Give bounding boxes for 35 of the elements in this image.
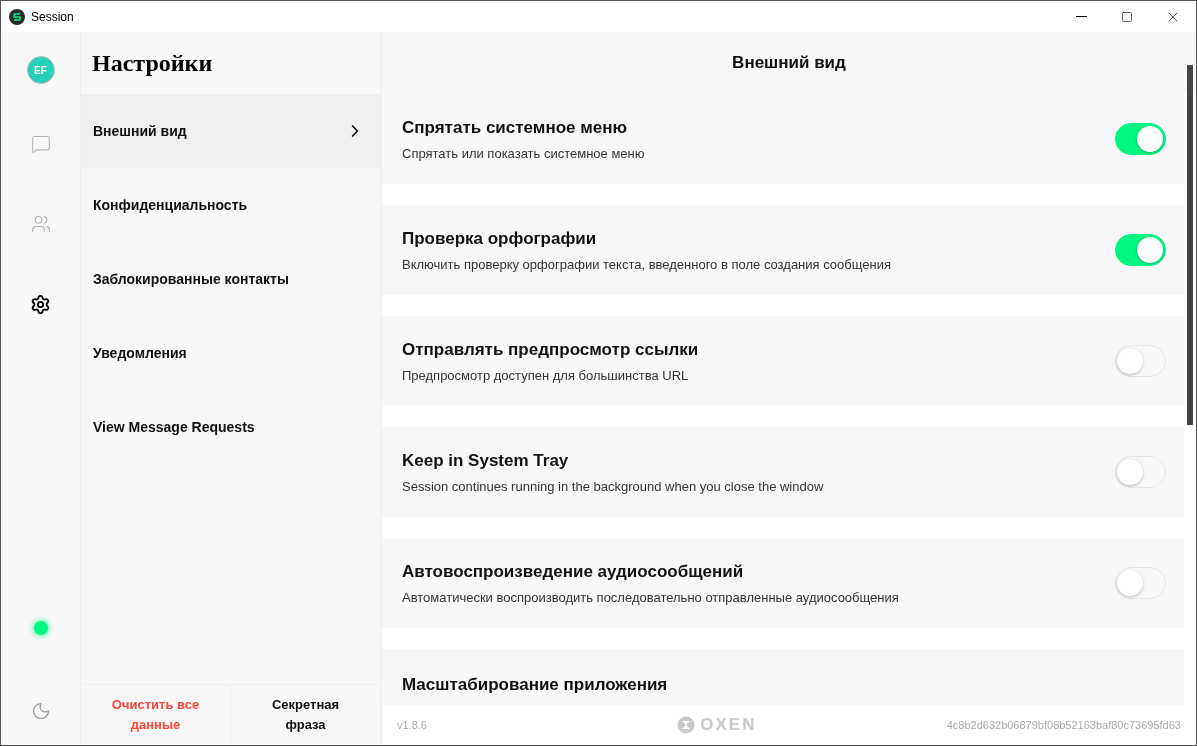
scrollbar[interactable]	[1187, 65, 1193, 425]
toggle-switch[interactable]	[1115, 345, 1166, 377]
setting-title: Масштабирование приложения	[402, 675, 668, 695]
setting-title: Keep in System Tray	[402, 450, 570, 471]
setting-title: Спрятать системное меню	[402, 117, 629, 138]
commit-hash: 4c8b2d632b06879bf08b52163baf80c73695fd63	[946, 719, 1181, 731]
setting-title: Автовоспроизведение аудиосообщений	[402, 561, 745, 582]
setting-title: Отправлять предпросмотр ссылки	[402, 339, 699, 360]
logo-icon	[677, 716, 696, 734]
settings-heading: Настройки	[91, 49, 214, 78]
maximize-icon	[1121, 10, 1133, 23]
settings-category[interactable]: Уведомления	[81, 316, 381, 390]
setting-description: Включить проверку орфографии текста, введенного в поле создания сообщения	[402, 256, 891, 272]
settings-category[interactable]: Внешний вид	[81, 94, 381, 168]
settings-category[interactable]: Заблокированные контакты	[81, 242, 381, 316]
setting-description: Предпросмотр доступен для большинства URL	[402, 367, 690, 383]
settings-category[interactable]: View Message Requests	[81, 390, 381, 464]
window-title: Session	[31, 9, 74, 24]
setting-description: Автоматически воспроизводить последовательно отправленные аудиосообщения	[402, 589, 899, 605]
moon-icon	[30, 701, 51, 721]
version-label: v1.8.6	[397, 719, 427, 731]
settings-icon	[30, 293, 51, 315]
settings-category[interactable]: Конфиденциальность	[81, 168, 381, 242]
page-title: Внешний вид	[382, 32, 1196, 94]
toggle-switch[interactable]	[1115, 456, 1166, 488]
minimize-icon	[1075, 16, 1087, 17]
toggle-switch[interactable]	[1115, 567, 1166, 599]
contacts-icon	[30, 214, 51, 234]
toggle-switch[interactable]	[1115, 123, 1166, 155]
chat-icon	[30, 134, 51, 154]
setting-title: Проверка орфографии	[402, 228, 598, 249]
setting-description: Спрятать или показать системное меню	[402, 145, 645, 161]
setting-description: Session continues running in the background when you close the window	[402, 478, 824, 494]
toggle-switch[interactable]	[1115, 234, 1166, 266]
app-logo-icon	[9, 8, 25, 25]
